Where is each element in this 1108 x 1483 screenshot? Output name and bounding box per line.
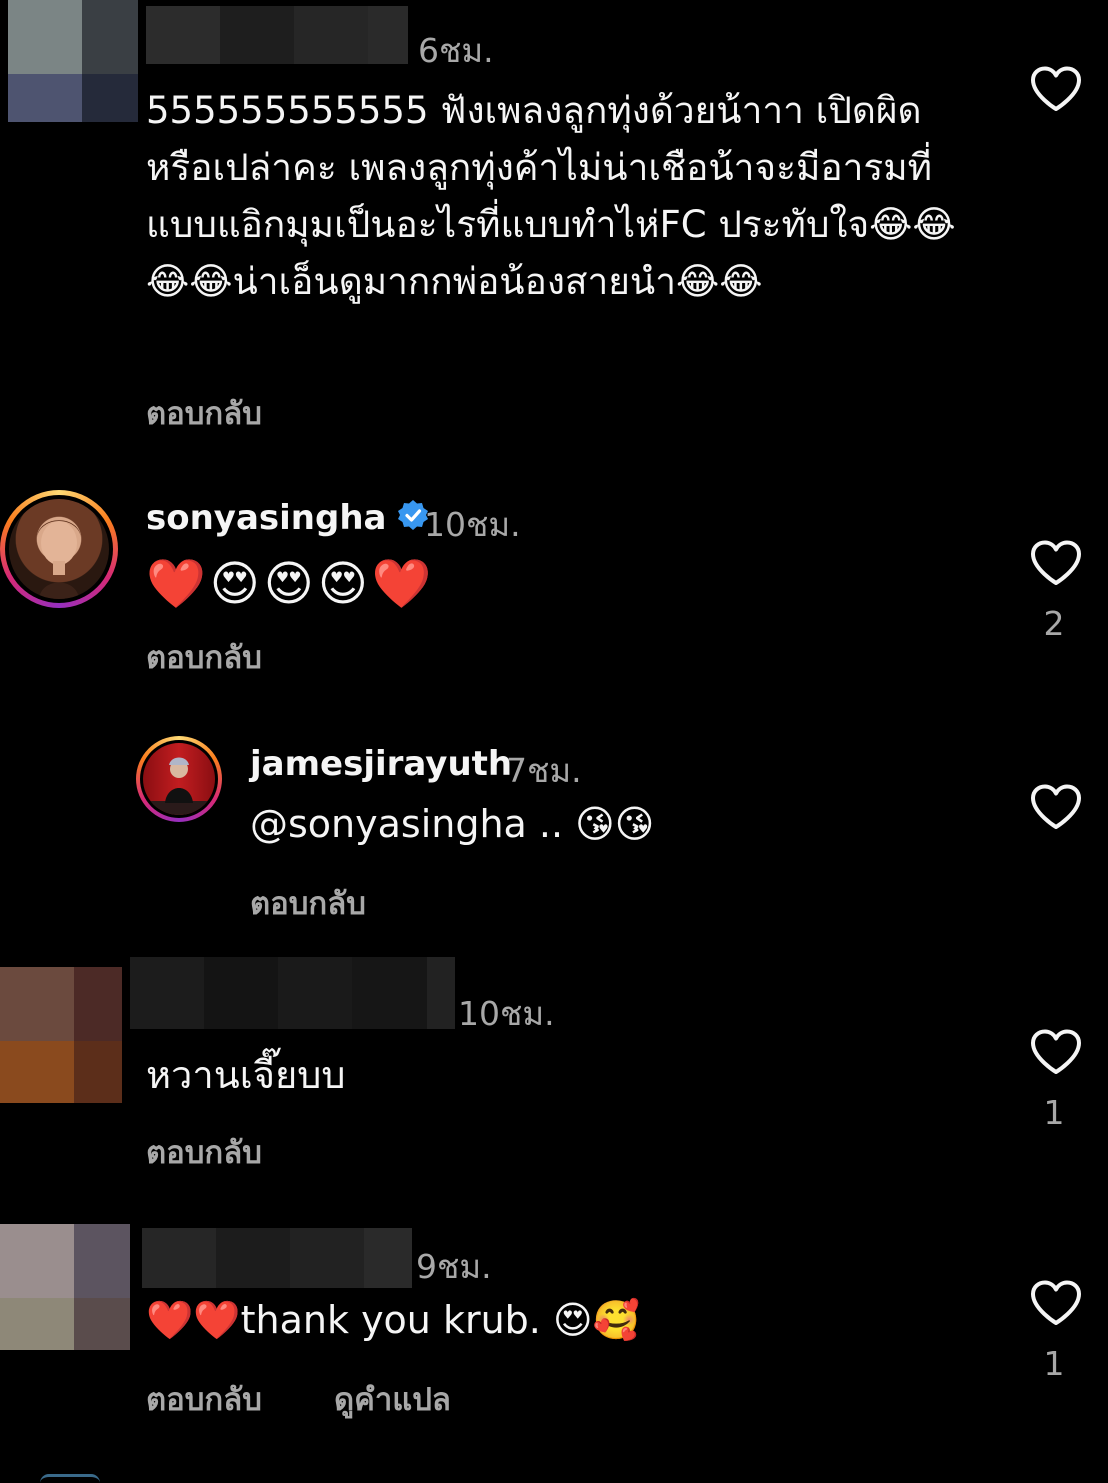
- comment-time: 10ชม.: [424, 505, 521, 544]
- comment-text: 555555555555 ฟังเพลงลูกทุ่งด้วยน้าาา เปิ…: [146, 89, 956, 303]
- username-redacted: [130, 957, 455, 1029]
- comment-text: @sonyasingha .. 😘😘: [250, 802, 655, 846]
- username-redacted: [146, 6, 408, 64]
- username-redacted: [142, 1228, 412, 1288]
- like-heart-icon[interactable]: [1030, 540, 1082, 586]
- comment-text: ❤️😍😍😍❤️: [146, 556, 436, 612]
- username[interactable]: sonyasingha: [146, 498, 429, 540]
- reply-button[interactable]: ตอบกลับ: [146, 632, 262, 682]
- comment-text: หวานเจี๊ยบบ: [146, 1053, 346, 1097]
- reply-button[interactable]: ตอบกลับ: [146, 388, 262, 438]
- comment-text: ❤️❤️thank you krub. 😍🥰: [146, 1298, 640, 1342]
- see-translation-button[interactable]: ดูคำแปล: [334, 1374, 451, 1424]
- comment-3-reply: jamesjirayuth 7ชม. @sonyasingha .. 😘😘 ตอ…: [0, 720, 1108, 940]
- avatar-pixelated[interactable]: [0, 1224, 130, 1350]
- comment-time: 10ชม.: [458, 994, 555, 1033]
- reply-button[interactable]: ตอบกลับ: [146, 1374, 262, 1424]
- reply-button[interactable]: ตอบกลับ: [250, 878, 366, 928]
- like-count: 1: [1043, 1344, 1065, 1383]
- avatar-pixelated[interactable]: [8, 0, 138, 122]
- comment-4: 10ชม. หวานเจี๊ยบบ ตอบกลับ 1: [0, 955, 1108, 1185]
- avatar-photo: [9, 499, 109, 599]
- avatar-story-ring[interactable]: [136, 736, 222, 822]
- next-avatar-partial: [40, 1474, 100, 1483]
- like-heart-icon[interactable]: [1030, 1280, 1082, 1326]
- like-heart-icon[interactable]: [1030, 1029, 1082, 1075]
- like-count: 2: [1043, 604, 1065, 643]
- avatar-story-ring[interactable]: [0, 490, 118, 608]
- comment-1: 6ชม. 555555555555 ฟังเพลงลูกทุ่งด้วยน้าา…: [0, 0, 1108, 440]
- like-heart-icon[interactable]: [1030, 784, 1082, 830]
- comment-time: 7ชม.: [506, 751, 582, 790]
- username[interactable]: jamesjirayuth: [250, 744, 512, 784]
- comment-2: sonyasingha 10ชม. ❤️😍😍😍❤️ ตอบกลับ 2: [0, 470, 1108, 690]
- comment-5: 9ชม. ❤️❤️thank you krub. 😍🥰 ตอบกลับ ดูคำ…: [0, 1222, 1108, 1452]
- avatar-photo: [143, 743, 215, 815]
- like-count: 1: [1043, 1093, 1065, 1132]
- like-heart-icon[interactable]: [1030, 66, 1082, 112]
- comment-time: 6ชม.: [418, 31, 494, 70]
- reply-button[interactable]: ตอบกลับ: [146, 1127, 262, 1177]
- avatar-pixelated[interactable]: [0, 967, 122, 1103]
- comment-time: 9ชม.: [416, 1247, 492, 1286]
